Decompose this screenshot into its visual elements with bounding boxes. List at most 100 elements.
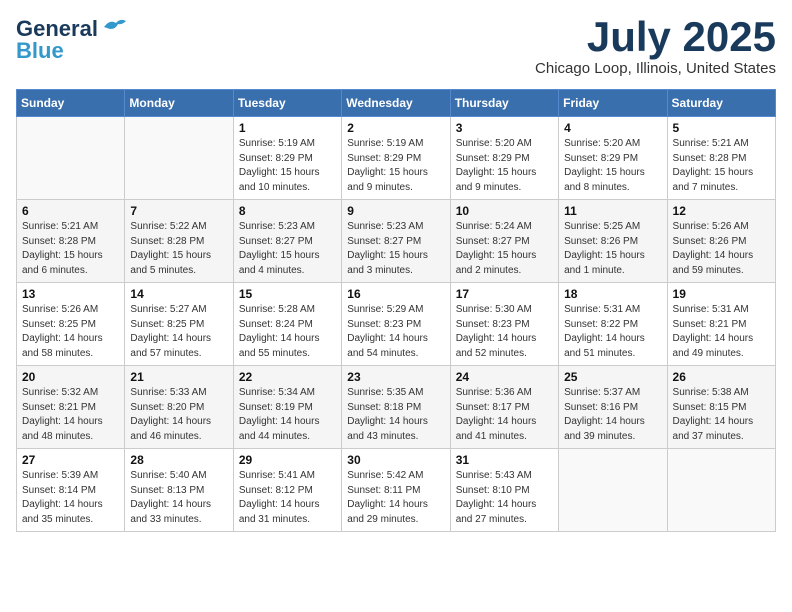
day-number: 28: [130, 453, 227, 467]
day-number: 21: [130, 370, 227, 384]
day-info: Sunrise: 5:38 AMSunset: 8:15 PMDaylight:…: [673, 386, 770, 444]
day-number: 22: [239, 370, 336, 384]
day-info: Sunrise: 5:21 AMSunset: 8:28 PMDaylight:…: [673, 137, 770, 195]
calendar-cell: 26 Sunrise: 5:38 AMSunset: 8:15 PMDayligh…: [667, 366, 775, 449]
calendar-cell: 7Sunrise: 5:22 AMSunset: 8:28 PMDaylight…: [125, 200, 233, 283]
day-info: Sunrise: 5:20 AMSunset: 8:29 PMDaylight:…: [564, 137, 661, 195]
day-number: 9: [347, 204, 444, 218]
day-info: Sunrise: 5:26 AMSunset: 8:25 PMDaylight:…: [22, 303, 119, 361]
calendar-cell: 11Sunrise: 5:25 AMSunset: 8:26 PMDayligh…: [559, 200, 667, 283]
day-number: 11: [564, 204, 661, 218]
day-number: 18: [564, 287, 661, 301]
logo-blue: Blue: [16, 38, 64, 64]
day-info: Sunrise: 5:28 AMSunset: 8:24 PMDaylight:…: [239, 303, 336, 361]
calendar-cell: 28 Sunrise: 5:40 AMSunset: 8:13 PMDayligh…: [125, 449, 233, 532]
day-info: Sunrise: 5:23 AMSunset: 8:27 PMDaylight:…: [347, 220, 444, 278]
day-info: Sunrise: 5:31 AMSunset: 8:22 PMDaylight:…: [564, 303, 661, 361]
day-info: Sunrise: 5:40 AMSunset: 8:13 PMDaylight:…: [130, 469, 227, 527]
calendar-cell: [17, 117, 125, 200]
day-number: 25: [564, 370, 661, 384]
calendar-cell: [559, 449, 667, 532]
day-number: 10: [456, 204, 553, 218]
day-info: Sunrise: 5:42 AMSunset: 8:11 PMDaylight:…: [347, 469, 444, 527]
day-number: 4: [564, 121, 661, 135]
day-number: 15: [239, 287, 336, 301]
day-number: 14: [130, 287, 227, 301]
day-number: 30: [347, 453, 444, 467]
calendar-cell: 14 Sunrise: 5:27 AMSunset: 8:25 PMDayligh…: [125, 283, 233, 366]
calendar-cell: 19Sunrise: 5:31 AMSunset: 8:21 PMDayligh…: [667, 283, 775, 366]
day-info: Sunrise: 5:30 AMSunset: 8:23 PMDaylight:…: [456, 303, 553, 361]
day-info: Sunrise: 5:31 AMSunset: 8:21 PMDaylight:…: [673, 303, 770, 361]
day-number: 26: [673, 370, 770, 384]
day-number: 17: [456, 287, 553, 301]
calendar-cell: 31 Sunrise: 5:43 AMSunset: 8:10 PMDayligh…: [450, 449, 558, 532]
logo-bird-icon: [102, 17, 128, 37]
day-info: Sunrise: 5:21 AMSunset: 8:28 PMDaylight:…: [22, 220, 119, 278]
day-info: Sunrise: 5:23 AMSunset: 8:27 PMDaylight:…: [239, 220, 336, 278]
day-number: 6: [22, 204, 119, 218]
day-number: 13: [22, 287, 119, 301]
calendar-week-row: 1Sunrise: 5:19 AMSunset: 8:29 PMDaylight…: [17, 117, 776, 200]
weekday-header-monday: Monday: [125, 90, 233, 117]
calendar-cell: 2Sunrise: 5:19 AMSunset: 8:29 PMDaylight…: [342, 117, 450, 200]
weekday-header-thursday: Thursday: [450, 90, 558, 117]
day-number: 5: [673, 121, 770, 135]
calendar-cell: 21 Sunrise: 5:33 AMSunset: 8:20 PMDayligh…: [125, 366, 233, 449]
day-number: 16: [347, 287, 444, 301]
calendar-cell: 12 Sunrise: 5:26 AMSunset: 8:26 PMDayligh…: [667, 200, 775, 283]
day-info: Sunrise: 5:37 AMSunset: 8:16 PMDaylight:…: [564, 386, 661, 444]
calendar-week-row: 6 Sunrise: 5:21 AMSunset: 8:28 PMDaylight…: [17, 200, 776, 283]
day-number: 12: [673, 204, 770, 218]
weekday-header-tuesday: Tuesday: [233, 90, 341, 117]
weekday-header-wednesday: Wednesday: [342, 90, 450, 117]
calendar-cell: 9 Sunrise: 5:23 AMSunset: 8:27 PMDaylight…: [342, 200, 450, 283]
day-number: 7: [130, 204, 227, 218]
day-info: Sunrise: 5:32 AMSunset: 8:21 PMDaylight:…: [22, 386, 119, 444]
day-info: Sunrise: 5:43 AMSunset: 8:10 PMDaylight:…: [456, 469, 553, 527]
calendar-cell: 8 Sunrise: 5:23 AMSunset: 8:27 PMDaylight…: [233, 200, 341, 283]
day-info: Sunrise: 5:27 AMSunset: 8:25 PMDaylight:…: [130, 303, 227, 361]
calendar-cell: 6 Sunrise: 5:21 AMSunset: 8:28 PMDaylight…: [17, 200, 125, 283]
day-info: Sunrise: 5:33 AMSunset: 8:20 PMDaylight:…: [130, 386, 227, 444]
calendar-cell: 22 Sunrise: 5:34 AMSunset: 8:19 PMDayligh…: [233, 366, 341, 449]
day-number: 27: [22, 453, 119, 467]
day-info: Sunrise: 5:35 AMSunset: 8:18 PMDaylight:…: [347, 386, 444, 444]
logo: General Blue: [16, 16, 128, 64]
calendar-week-row: 13 Sunrise: 5:26 AMSunset: 8:25 PMDayligh…: [17, 283, 776, 366]
calendar-cell: 24Sunrise: 5:36 AMSunset: 8:17 PMDayligh…: [450, 366, 558, 449]
calendar-header-row: SundayMondayTuesdayWednesdayThursdayFrid…: [17, 90, 776, 117]
day-info: Sunrise: 5:39 AMSunset: 8:14 PMDaylight:…: [22, 469, 119, 527]
calendar-cell: 5 Sunrise: 5:21 AMSunset: 8:28 PMDaylight…: [667, 117, 775, 200]
day-info: Sunrise: 5:34 AMSunset: 8:19 PMDaylight:…: [239, 386, 336, 444]
calendar-cell: 16 Sunrise: 5:29 AMSunset: 8:23 PMDayligh…: [342, 283, 450, 366]
day-info: Sunrise: 5:26 AMSunset: 8:26 PMDaylight:…: [673, 220, 770, 278]
month-title: July 2025: [535, 16, 776, 58]
calendar-cell: 27 Sunrise: 5:39 AMSunset: 8:14 PMDayligh…: [17, 449, 125, 532]
calendar-cell: [667, 449, 775, 532]
day-number: 31: [456, 453, 553, 467]
calendar-cell: 20 Sunrise: 5:32 AMSunset: 8:21 PMDayligh…: [17, 366, 125, 449]
day-info: Sunrise: 5:29 AMSunset: 8:23 PMDaylight:…: [347, 303, 444, 361]
day-number: 3: [456, 121, 553, 135]
calendar-cell: 4 Sunrise: 5:20 AMSunset: 8:29 PMDaylight…: [559, 117, 667, 200]
calendar-week-row: 27 Sunrise: 5:39 AMSunset: 8:14 PMDayligh…: [17, 449, 776, 532]
calendar-week-row: 20 Sunrise: 5:32 AMSunset: 8:21 PMDayligh…: [17, 366, 776, 449]
calendar-table: SundayMondayTuesdayWednesdayThursdayFrid…: [16, 89, 776, 532]
calendar-cell: 30 Sunrise: 5:42 AMSunset: 8:11 PMDayligh…: [342, 449, 450, 532]
day-number: 29: [239, 453, 336, 467]
calendar-cell: 15 Sunrise: 5:28 AMSunset: 8:24 PMDayligh…: [233, 283, 341, 366]
day-info: Sunrise: 5:41 AMSunset: 8:12 PMDaylight:…: [239, 469, 336, 527]
calendar-cell: [125, 117, 233, 200]
title-section: July 2025 Chicago Loop, Illinois, United…: [535, 16, 776, 77]
day-number: 20: [22, 370, 119, 384]
calendar-cell: 10Sunrise: 5:24 AMSunset: 8:27 PMDayligh…: [450, 200, 558, 283]
calendar-cell: 25 Sunrise: 5:37 AMSunset: 8:16 PMDayligh…: [559, 366, 667, 449]
day-info: Sunrise: 5:36 AMSunset: 8:17 PMDaylight:…: [456, 386, 553, 444]
calendar-cell: 17 Sunrise: 5:30 AMSunset: 8:23 PMDayligh…: [450, 283, 558, 366]
day-number: 8: [239, 204, 336, 218]
location-title: Chicago Loop, Illinois, United States: [535, 60, 776, 77]
weekday-header-saturday: Saturday: [667, 90, 775, 117]
weekday-header-sunday: Sunday: [17, 90, 125, 117]
day-number: 1: [239, 121, 336, 135]
